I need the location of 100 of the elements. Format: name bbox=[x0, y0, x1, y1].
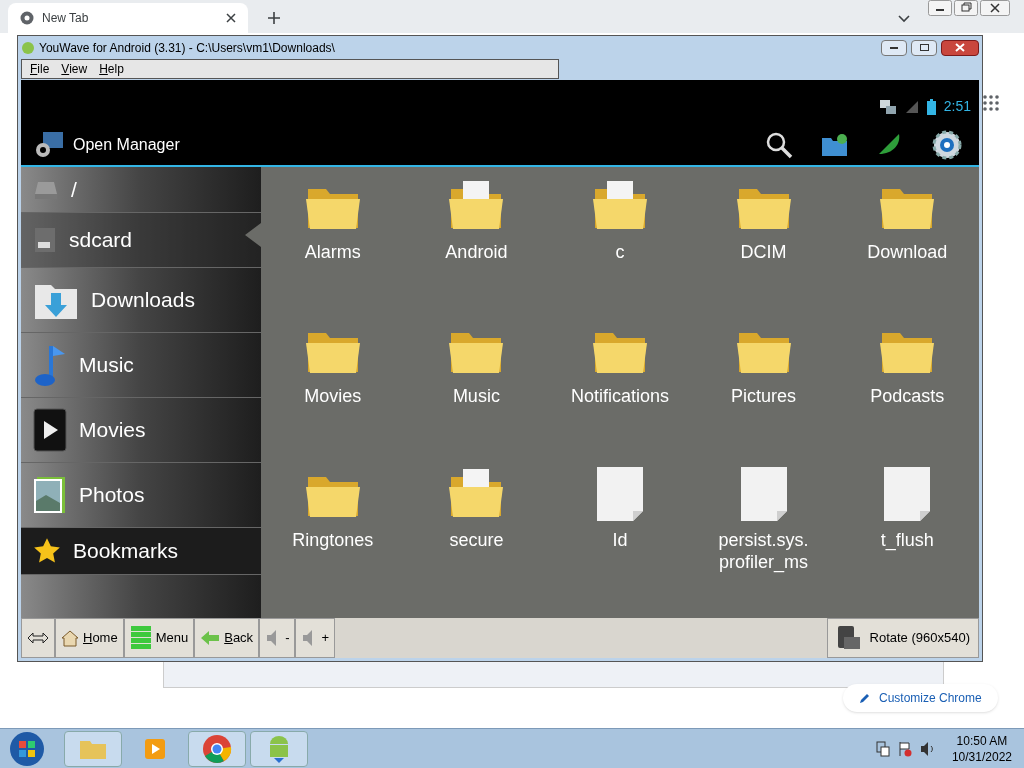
file-grid-item[interactable]: Id bbox=[548, 465, 692, 595]
menu-item[interactable]: Help bbox=[99, 60, 124, 78]
toolbar-button[interactable] bbox=[21, 618, 55, 658]
toolbar-button[interactable]: - bbox=[259, 618, 296, 658]
app-title: Open Manager bbox=[73, 135, 181, 155]
sidebar-item[interactable]: / bbox=[21, 167, 261, 213]
file-grid-item[interactable]: t_flush bbox=[835, 465, 979, 595]
blank-file-icon bbox=[882, 465, 933, 523]
play-icon bbox=[143, 736, 167, 761]
apps-grid-icon[interactable] bbox=[983, 95, 999, 111]
blank-file-icon bbox=[738, 465, 789, 523]
close-button[interactable] bbox=[941, 39, 979, 56]
chevron-down-icon[interactable] bbox=[898, 15, 910, 23]
file-name: persist.sys. profiler_ms bbox=[718, 529, 809, 573]
file-grid-item[interactable]: Pictures bbox=[691, 321, 836, 451]
menu-item[interactable]: View bbox=[61, 60, 88, 78]
drive-icon bbox=[33, 179, 59, 200]
file-grid-item[interactable]: Android bbox=[404, 177, 549, 307]
toolbar-button[interactable]: Home bbox=[55, 618, 124, 658]
selection-pointer-icon bbox=[245, 223, 261, 247]
search-icon[interactable] bbox=[765, 131, 793, 159]
file-name: Pictures bbox=[731, 385, 797, 407]
file-name: Notifications bbox=[570, 385, 669, 407]
sidebar-label: Photos bbox=[79, 482, 145, 509]
file-grid-item[interactable]: secure bbox=[404, 465, 549, 595]
window-title: YouWave for Android (3.31) - C:\Users\vm1\Downloads\ bbox=[39, 39, 336, 57]
file-grid-item[interactable]: Movies bbox=[261, 321, 405, 451]
sidebar-label: Downloads bbox=[91, 287, 195, 314]
speaker-icon[interactable] bbox=[919, 740, 936, 757]
file-name: Id bbox=[612, 529, 628, 551]
browser-logo-icon bbox=[202, 733, 232, 764]
star-icon bbox=[33, 537, 61, 565]
tablet-icon bbox=[835, 625, 862, 651]
restore-icon[interactable] bbox=[954, 0, 978, 16]
taskbar-browser-button[interactable] bbox=[188, 730, 246, 767]
browser-logo-icon bbox=[20, 11, 34, 25]
file-name: Movies bbox=[304, 385, 362, 407]
blank-file-icon bbox=[595, 465, 645, 523]
rotate-button[interactable]: Rotate (960x540) bbox=[826, 618, 979, 658]
minimize-icon[interactable] bbox=[928, 0, 952, 16]
file-name: Music bbox=[452, 385, 500, 407]
file-grid-item[interactable]: Music bbox=[404, 321, 549, 451]
toolbar-button[interactable]: Back bbox=[194, 618, 260, 658]
file-grid-item[interactable]: Download bbox=[835, 177, 979, 307]
sidebar-label: Movies bbox=[79, 417, 146, 444]
new-tab-icon[interactable] bbox=[268, 12, 280, 24]
close-icon[interactable] bbox=[980, 0, 1010, 16]
file-name: Ringtones bbox=[292, 529, 374, 551]
section-header[interactable]: Bookmarks bbox=[21, 528, 261, 575]
network-icon[interactable] bbox=[875, 740, 890, 757]
file-name: c bbox=[615, 241, 625, 263]
sidebar-label: / bbox=[71, 176, 77, 203]
file-grid-item[interactable]: Podcasts bbox=[835, 321, 979, 451]
sidebar-item[interactable]: Movies bbox=[21, 398, 261, 463]
menu-icon bbox=[129, 625, 152, 651]
file-grid-item[interactable]: Notifications bbox=[548, 321, 692, 451]
file-name: secure bbox=[449, 529, 504, 551]
file-grid-item[interactable]: DCIM bbox=[691, 177, 836, 307]
sd-card-icon bbox=[33, 226, 57, 254]
signal-icon bbox=[904, 99, 919, 114]
close-icon bbox=[955, 43, 965, 52]
sidebar-item[interactable]: sdcard bbox=[21, 213, 261, 268]
maximize-button[interactable] bbox=[911, 39, 937, 56]
battery-icon bbox=[926, 98, 936, 115]
house-icon bbox=[61, 629, 79, 647]
file-name: t_flush bbox=[880, 529, 934, 551]
play-icon bbox=[33, 408, 67, 452]
file-grid-item[interactable]: persist.sys. profiler_ms bbox=[691, 465, 836, 595]
sidebar-item[interactable]: Music bbox=[21, 333, 261, 398]
file-name: DCIM bbox=[740, 241, 787, 263]
taskbar-date: 10/31/2022 bbox=[951, 748, 1012, 765]
browser-tab[interactable]: New Tab bbox=[8, 3, 248, 33]
file-name: Download bbox=[867, 241, 948, 263]
menu-item[interactable]: File bbox=[30, 60, 50, 78]
sidebar-item[interactable]: Downloads bbox=[21, 268, 261, 333]
sidebar-label: Music bbox=[79, 352, 134, 379]
file-name: Podcasts bbox=[870, 385, 945, 407]
close-icon[interactable] bbox=[226, 13, 236, 23]
file-grid-item[interactable]: Alarms bbox=[261, 177, 405, 307]
photo-icon bbox=[33, 475, 67, 515]
toolbar-button[interactable]: + bbox=[295, 618, 336, 658]
customize-chrome-button[interactable]: Customize Chrome bbox=[843, 684, 998, 712]
file-grid-item[interactable]: c bbox=[548, 177, 692, 307]
sidebar-label: Bookmarks bbox=[73, 538, 179, 565]
minimize-button[interactable] bbox=[881, 39, 907, 56]
network-icon bbox=[878, 98, 897, 115]
pencil-icon bbox=[859, 692, 871, 704]
toolbar-button[interactable]: Menu bbox=[123, 618, 195, 658]
file-name: Alarms bbox=[304, 241, 361, 263]
double-arrow-icon bbox=[27, 632, 49, 644]
sidebar-label: sdcard bbox=[69, 227, 133, 254]
tab-title: New Tab bbox=[42, 10, 90, 27]
new-folder-icon[interactable] bbox=[821, 133, 849, 157]
file-grid-item[interactable]: Ringtones bbox=[261, 465, 405, 595]
android-app-icon bbox=[21, 40, 35, 55]
flag-error-icon[interactable] bbox=[897, 740, 912, 757]
file-name: Android bbox=[445, 241, 508, 263]
back-arrow-icon bbox=[200, 630, 221, 646]
settings-icon[interactable] bbox=[931, 129, 963, 161]
taskbar-time: 10:50 AM bbox=[956, 732, 1008, 749]
